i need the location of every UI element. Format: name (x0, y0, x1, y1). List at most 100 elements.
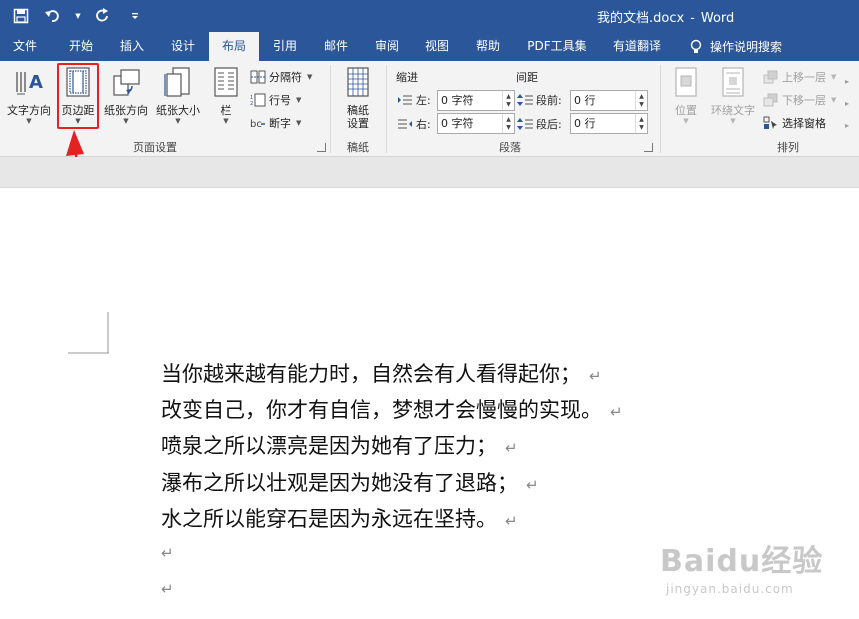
paragraph-3[interactable]: 喷泉之所以漂亮是因为她有了压力； ↵ (161, 433, 518, 461)
paragraph-5[interactable]: 水之所以能穿石是因为永远在坚持。 ↵ (161, 506, 518, 534)
spacing-before-value: 0 行 (574, 94, 596, 107)
spacing-before-field[interactable]: 0 行 ▲ ▼ (570, 90, 648, 111)
lightbulb-icon (690, 39, 702, 53)
columns-button[interactable]: 栏 ▼ (210, 65, 242, 125)
quick-access-toolbar: ▼ (10, 5, 146, 27)
wrap-text-button[interactable]: 环绕文字 ▼ (706, 65, 760, 125)
window-title: 我的文档.docx - Word (597, 7, 734, 26)
tab-review[interactable]: 审阅 (362, 32, 412, 61)
paragraph-4[interactable]: 瀑布之所以壮观是因为她没有了退路； ↵ (161, 470, 539, 498)
bring-forward-label: 上移一层 (782, 71, 826, 84)
paragraph-1-text: 当你越来越有能力时，自然会有人看得起你； (161, 362, 581, 386)
selection-pane-button[interactable]: 选择窗格 (763, 114, 826, 132)
paragraph-mark-icon: ↵ (589, 367, 602, 385)
spacing-before-text: 段前: (536, 94, 562, 107)
save-icon[interactable] (10, 5, 32, 27)
tab-youdao-translate[interactable]: 有道翻译 (604, 32, 670, 61)
group-divider (660, 65, 661, 153)
size-button[interactable]: 纸张大小 ▼ (152, 65, 204, 125)
spin-down-icon[interactable]: ▼ (639, 101, 644, 109)
paragraph-2[interactable]: 改变自己，你才有自信，梦想才会慢慢的实现。 ↵ (161, 397, 623, 425)
indent-left-icon (398, 95, 412, 105)
paper-size-icon (162, 65, 194, 99)
undo-dropdown-icon[interactable]: ▼ (74, 5, 82, 27)
position-dropdown-icon: ▼ (683, 117, 689, 125)
tab-home[interactable]: 开始 (56, 32, 106, 61)
watermark-url: jingyan.baidu.com (666, 582, 794, 596)
spin-down-icon[interactable]: ▼ (506, 101, 511, 109)
spin-up-icon[interactable]: ▲ (506, 93, 511, 101)
tell-me-search[interactable]: 操作说明搜索 (690, 32, 782, 61)
breaks-icon (250, 70, 266, 84)
title-separator: - (690, 11, 695, 26)
paragraph-1[interactable]: 当你越来越有能力时，自然会有人看得起你； ↵ (161, 361, 602, 389)
page-setup-group-label: 页面设置 (133, 141, 177, 154)
send-backward-label: 下移一层 (782, 94, 826, 107)
line-numbers-button[interactable]: 12 行号 ▼ (250, 91, 301, 109)
position-label: 位置 (675, 104, 697, 117)
spacing-after-spinner[interactable]: ▲ ▼ (635, 114, 647, 133)
undo-icon[interactable] (42, 5, 64, 27)
spacing-after-field[interactable]: 0 行 ▲ ▼ (570, 113, 648, 134)
spin-down-icon[interactable]: ▼ (506, 124, 511, 132)
wrap-text-label: 环绕文字 (711, 104, 755, 117)
spacing-before-spinner[interactable]: ▲ ▼ (635, 91, 647, 110)
paragraph-launcher-icon[interactable] (644, 143, 653, 152)
text-direction-button[interactable]: A 文字方向 ▼ (4, 65, 54, 125)
tab-file[interactable]: 文件 (0, 32, 50, 61)
indent-left-value: 0 字符 (441, 94, 474, 107)
ribbon-layout: A 文字方向 ▼ 页边距 ▼ 纸张方向 ▼ 纸张大小 ▼ 栏 ▼ 分隔符 ▼ 1… (0, 61, 859, 157)
spin-up-icon[interactable]: ▲ (639, 93, 644, 101)
spin-down-icon[interactable]: ▼ (639, 124, 644, 132)
breaks-button[interactable]: 分隔符 ▼ (250, 68, 312, 86)
selection-pane-label: 选择窗格 (782, 117, 826, 130)
tab-pdf-tools[interactable]: PDF工具集 (518, 32, 596, 61)
send-backward-button[interactable]: 下移一层 ▼ (763, 91, 836, 109)
indent-left-field[interactable]: 0 字符 ▲ ▼ (437, 90, 515, 111)
empty-paragraph-mark-icon[interactable]: ↵ (161, 544, 174, 562)
paragraph-group-label: 段落 (499, 141, 521, 154)
hyphenation-button[interactable]: bc 断字 ▼ (250, 114, 301, 132)
customize-qat-icon[interactable] (124, 5, 146, 27)
app-name: Word (700, 11, 735, 26)
spacing-after-value: 0 行 (574, 117, 596, 130)
manuscript-label-line2: 设置 (347, 117, 369, 130)
title-bar: ▼ 我的文档.docx - Word (0, 0, 859, 32)
position-icon (670, 65, 702, 99)
redo-icon[interactable] (92, 5, 114, 27)
indent-left-spinner[interactable]: ▲ ▼ (502, 91, 514, 110)
indent-right-field[interactable]: 0 字符 ▲ ▼ (437, 113, 515, 134)
position-button[interactable]: 位置 ▼ (666, 65, 706, 125)
spin-up-icon[interactable]: ▲ (506, 116, 511, 124)
tab-references[interactable]: 引用 (260, 32, 310, 61)
indent-right-value: 0 字符 (441, 117, 474, 130)
columns-label: 栏 (220, 104, 232, 117)
orientation-label: 纸张方向 (104, 104, 148, 117)
breaks-label: 分隔符 (269, 71, 302, 84)
paragraph-3-text: 喷泉之所以漂亮是因为她有了压力； (161, 434, 497, 458)
page-setup-launcher-icon[interactable] (317, 143, 326, 152)
orientation-icon (110, 65, 142, 99)
bring-forward-button[interactable]: 上移一层 ▼ (763, 68, 836, 86)
group-divider (386, 65, 387, 153)
paragraph-5-text: 水之所以能穿石是因为永远在坚持。 (161, 507, 497, 531)
columns-dropdown-icon: ▼ (223, 117, 229, 125)
tab-help[interactable]: 帮助 (463, 32, 513, 61)
tab-mailings[interactable]: 邮件 (311, 32, 361, 61)
tab-layout[interactable]: 布局 (209, 32, 259, 61)
arrange-group-label: 排列 (777, 141, 799, 154)
spin-up-icon[interactable]: ▲ (639, 116, 644, 124)
spacing-after-text: 段后: (536, 118, 562, 131)
svg-text:2: 2 (250, 101, 253, 107)
indent-header: 缩进 (396, 71, 418, 84)
tab-insert[interactable]: 插入 (107, 32, 157, 61)
orientation-dropdown-icon: ▼ (123, 117, 129, 125)
indent-right-spinner[interactable]: ▲ ▼ (502, 114, 514, 133)
manuscript-settings-button[interactable]: 稿纸 设置 (336, 65, 380, 130)
orientation-button[interactable]: 纸张方向 ▼ (100, 65, 152, 125)
tab-design[interactable]: 设计 (158, 32, 208, 61)
tab-view[interactable]: 视图 (412, 32, 462, 61)
empty-paragraph-mark-icon[interactable]: ↵ (161, 580, 174, 598)
ribbon-tab-bar: 文件 开始 插入 设计 布局 引用 邮件 审阅 视图 帮助 PDF工具集 有道翻… (0, 32, 859, 61)
collapse-ribbon-icon[interactable]: ▸ ▸ ▸ (845, 71, 849, 137)
